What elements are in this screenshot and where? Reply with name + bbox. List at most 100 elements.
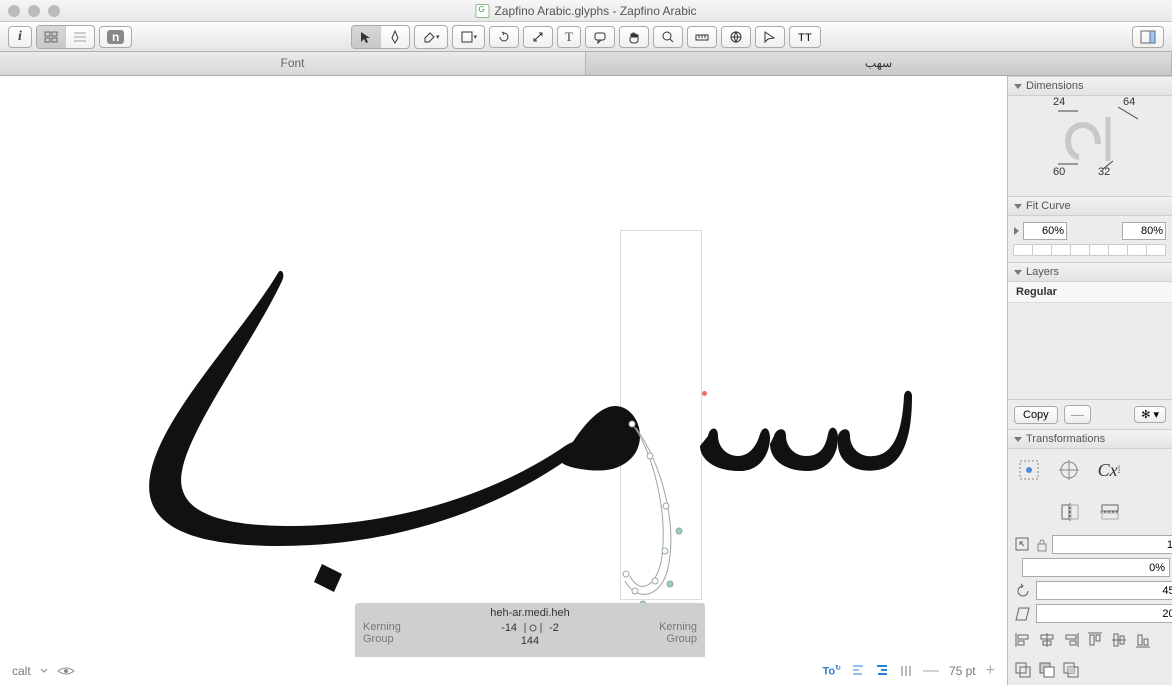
lock-icon[interactable] xyxy=(1036,538,1048,552)
scale-input[interactable] xyxy=(1052,535,1172,554)
bool-union-icon[interactable] xyxy=(1014,661,1032,679)
align-ch-icon[interactable] xyxy=(1038,631,1056,649)
grid-view-button[interactable] xyxy=(37,26,66,48)
layers-header[interactable]: Layers xyxy=(1008,262,1172,282)
tab-glyph[interactable]: سهب xyxy=(586,52,1172,75)
glyph-info-panel: heh-ar.medi.heh Kerning Group -14 -2 144… xyxy=(355,603,705,659)
eye-icon[interactable] xyxy=(57,665,75,677)
view-mode-group xyxy=(36,25,95,49)
measure-tool[interactable] xyxy=(687,26,717,48)
tab-font[interactable]: Font xyxy=(0,52,586,75)
pen-tool[interactable] xyxy=(381,26,409,48)
glyph-name-label: heh-ar.medi.heh xyxy=(363,607,697,619)
dim-64: 64 xyxy=(1123,96,1135,108)
zoom-in[interactable]: + xyxy=(986,662,995,680)
skew-left-icon[interactable] xyxy=(1014,605,1032,623)
align-left-icon[interactable] xyxy=(851,664,865,678)
layer-options-button[interactable]: ✻ ▾ xyxy=(1134,406,1166,423)
layer-copy-button[interactable]: Copy xyxy=(1014,406,1058,424)
rsb-value[interactable]: -2 xyxy=(549,622,559,634)
titlebar: Zapfino Arabic.glyphs - Zapfino Arabic xyxy=(0,0,1172,22)
panel-toggle[interactable] xyxy=(1132,26,1164,48)
angle-input[interactable] xyxy=(1036,581,1172,600)
skew-input[interactable] xyxy=(1036,604,1172,623)
bool-intersect-icon[interactable] xyxy=(1062,661,1080,679)
rotate-ccw-icon[interactable] xyxy=(1014,582,1032,600)
svg-text:T: T xyxy=(798,32,805,44)
feature-selector[interactable]: calt xyxy=(12,664,31,678)
scale-tool[interactable] xyxy=(523,26,553,48)
erase-tool[interactable]: ▾ xyxy=(415,26,447,48)
canvas-status-bar: calt To↻ — 75 pt + xyxy=(0,657,1007,685)
hand-tool[interactable] xyxy=(619,26,649,48)
group-left-label: Group xyxy=(363,633,401,645)
zoom-window[interactable] xyxy=(48,5,60,17)
fitcurve-apply-icon[interactable] xyxy=(1014,227,1019,235)
origin-grid-icon[interactable] xyxy=(1014,455,1044,485)
align-right-icon[interactable] xyxy=(875,664,889,678)
layer-remove-button[interactable]: — xyxy=(1064,405,1091,424)
fitcurve-panel xyxy=(1008,216,1172,262)
list-view-button[interactable] xyxy=(66,26,94,48)
dimensions-header[interactable]: Dimensions xyxy=(1008,76,1172,96)
minimize-window[interactable] xyxy=(28,5,40,17)
toolbar: i n ▾ ▾ T TT xyxy=(0,22,1172,52)
annotation-tool[interactable] xyxy=(585,26,615,48)
align-l-icon[interactable] xyxy=(1014,631,1032,649)
rotate-tool[interactable] xyxy=(489,26,519,48)
layer-regular[interactable]: Regular xyxy=(1008,282,1172,303)
chevron-down-icon xyxy=(39,666,49,676)
boolean-row xyxy=(1008,655,1172,685)
dim-60: 60 xyxy=(1053,166,1065,178)
align-b-icon[interactable] xyxy=(1134,631,1152,649)
window-title: Zapfino Arabic.glyphs - Zapfino Arabic xyxy=(475,4,696,18)
dim-32: 32 xyxy=(1098,166,1110,178)
document-icon xyxy=(475,4,489,18)
tab-bar: Font سهب xyxy=(0,52,1172,76)
zoom-tool[interactable] xyxy=(653,26,683,48)
bool-subtract-icon[interactable] xyxy=(1038,661,1056,679)
cx-icon[interactable]: Cx⁞ xyxy=(1094,455,1124,485)
otvar-tool[interactable] xyxy=(721,26,751,48)
columns-icon[interactable] xyxy=(899,664,913,678)
align-row-1 xyxy=(1008,625,1172,655)
svg-text:T: T xyxy=(805,32,812,44)
primitive-tool[interactable]: ▾ xyxy=(453,26,485,48)
trueType-tool[interactable]: TT xyxy=(789,26,821,48)
crosshair-icon[interactable] xyxy=(1054,455,1084,485)
flip-v-icon[interactable] xyxy=(1095,497,1125,527)
kerning-right-label: Kerning xyxy=(659,621,697,633)
align-cv-icon[interactable] xyxy=(1110,631,1128,649)
window-controls xyxy=(8,5,60,17)
close-window[interactable] xyxy=(8,5,20,17)
align-r-icon[interactable] xyxy=(1062,631,1080,649)
dimensions-panel: 24 64 60 32 xyxy=(1008,96,1172,196)
flip-h-icon[interactable] xyxy=(1055,497,1085,527)
select-all-tool[interactable] xyxy=(755,26,785,48)
kerning-left-label: Kerning xyxy=(363,621,401,633)
text-tool[interactable]: T xyxy=(557,26,581,48)
width-value[interactable]: 144 xyxy=(501,635,559,647)
transforms-panel: Cx⁞ ▲▼ ▲▼ ▲▼ xyxy=(1008,449,1172,685)
slant-input[interactable] xyxy=(1022,558,1170,577)
layers-panel: Regular Copy — ✻ ▾ xyxy=(1008,282,1172,429)
n-button[interactable]: n xyxy=(99,26,132,48)
fitcurve-low-input[interactable] xyxy=(1023,222,1067,240)
align-t-icon[interactable] xyxy=(1086,631,1104,649)
select-tool[interactable] xyxy=(352,26,381,48)
lsb-value[interactable]: -14 xyxy=(501,622,517,634)
width-icon xyxy=(523,621,543,635)
info-button[interactable]: i xyxy=(8,26,32,48)
fitcurve-steps[interactable] xyxy=(1014,244,1166,256)
zoom-out[interactable]: — xyxy=(923,662,939,680)
to-indicator[interactable]: To↻ xyxy=(822,664,841,678)
fitcurve-high-input[interactable] xyxy=(1122,222,1166,240)
transforms-header[interactable]: Transformations xyxy=(1008,429,1172,449)
glyph-drawing xyxy=(0,76,1007,685)
edit-canvas[interactable]: heh-ar.medi.heh Kerning Group -14 -2 144… xyxy=(0,76,1007,685)
scale-down-icon[interactable] xyxy=(1014,536,1032,554)
inspector-sidebar: Dimensions 24 64 60 32 Fit Curve xyxy=(1007,76,1172,685)
title-text: Zapfino Arabic.glyphs - Zapfino Arabic xyxy=(494,4,696,18)
zoom-value[interactable]: 75 pt xyxy=(949,664,976,678)
fitcurve-header[interactable]: Fit Curve xyxy=(1008,196,1172,216)
